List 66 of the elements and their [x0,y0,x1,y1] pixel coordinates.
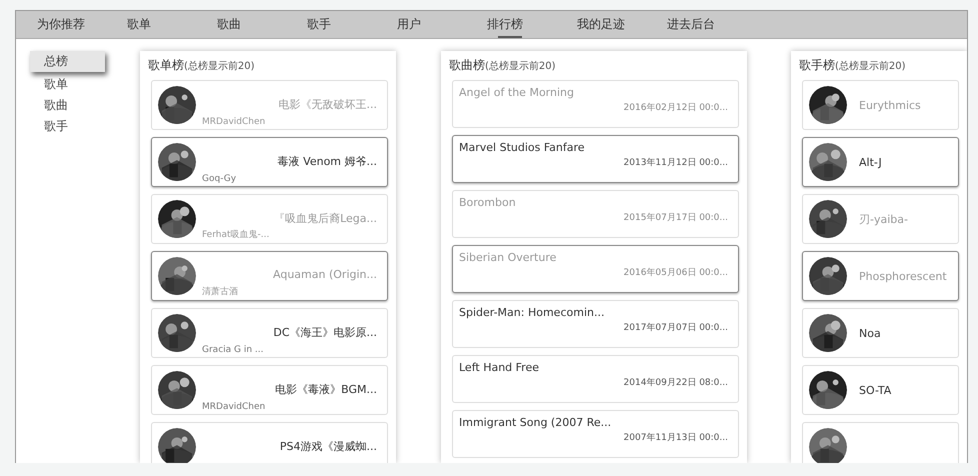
singer-name: Noa [859,326,881,340]
panel-subtitle: (总榜显示前20) [485,60,556,73]
song-card[interactable]: Left Hand Free 2014年09月22日 08:0... [452,355,739,403]
playlist-author: Ferhat吸血鬼-... [202,228,270,241]
song-title: Borombon [459,196,517,209]
playlist-title: 毒液 Venom 姆爷... [278,154,377,169]
playlist-author: Gracia G in ... [202,345,264,355]
nav-tab[interactable]: 为你推荐 [20,11,110,38]
singer-name: Eurythmics [859,98,921,112]
singer-card[interactable]: Noa [802,308,959,358]
panel-title: 歌手榜 [799,57,835,74]
song-card[interactable]: Immigrant Song (2007 Re... 2007年11月13日 00:0... [452,410,739,458]
song-date: 2014年09月22日 08:0... [624,376,728,389]
song-date: 2016年05月06日 00:0... [624,266,728,279]
singer-name: SO-TA [859,384,892,396]
sidebar-item[interactable]: 总榜 [30,51,105,72]
panel-subtitle: (总榜显示前20) [184,60,255,73]
singer-card[interactable]: SO-TA [802,365,959,415]
singer-card[interactable]: Alt-J [802,137,959,187]
playlist-title: DC《海王》电影原... [273,325,377,340]
panel-title: 歌曲榜 [449,57,485,74]
singer-name: Alt-J [859,156,882,168]
song-title: Spider-Man: Homecomin... [459,306,606,319]
song-title: Left Hand Free [459,361,540,374]
playlist-card[interactable]: 电影《毒液》BGM... MRDavidChen [151,365,388,415]
song-card[interactable]: Marvel Studios Fanfare 2013年11月12日 00:0... [452,135,739,183]
nav-tab[interactable]: 进去后台 [650,11,740,38]
song-card[interactable]: Angel of the Morning 2016年02月12日 00:0... [452,80,739,128]
sidebar-item[interactable]: 歌手 [30,116,105,137]
nav-tab[interactable]: 歌曲 [200,11,290,38]
sidebar-item[interactable]: 歌单 [30,74,105,95]
playlist-title: 电影《无敌破坏王... [278,97,377,112]
song-title: Immigrant Song (2007 Re... [459,416,612,429]
playlist-card[interactable]: DC《海王》电影原... Gracia G in ... [151,308,388,358]
song-date: 2015年07月17日 00:0... [624,212,728,224]
sidebar-item[interactable]: 歌曲 [30,95,105,116]
song-date: 2016年02月12日 00:0... [624,102,728,114]
singer-name: 刃-yaiba- [859,212,908,226]
song-card[interactable]: Borombon 2015年07月17日 00:0... [452,190,739,238]
song-date: 2007年11月13日 00:0... [624,432,728,444]
playlist-author: MRDavidChen [202,117,266,127]
playlist-author: 清萧古酒 [202,286,238,298]
song-title: Siberian Overture [459,251,558,264]
playlist-title: Aquaman (Origin... [273,268,377,281]
singer-card[interactable] [802,422,959,463]
playlist-card[interactable]: 毒液 Venom 姆爷... Goq-Gy [151,137,388,187]
nav-tab[interactable]: 用户 [380,11,470,38]
playlist-title: PS4游戏《漫威蜘... [280,439,377,454]
nav-tab[interactable]: 我的足迹 [560,11,650,38]
song-date: 2013年11月12日 00:0... [624,156,728,169]
singer-name: Phosphorescent [859,270,947,282]
nav-tab[interactable]: 歌手 [290,11,380,38]
panel-title: 歌单榜 [148,57,184,74]
playlist-card[interactable]: PS4游戏《漫威蜘... [151,422,388,463]
song-title: Angel of the Morning [459,86,575,99]
song-title: Marvel Studios Fanfare [459,141,586,154]
playlist-author: MRDavidChen [202,402,266,412]
nav-tab[interactable]: 歌单 [110,11,200,38]
song-card[interactable]: Spider-Man: Homecomin... 2017年07月07日 00:0... [452,300,739,348]
playlist-author: Goq-Gy [202,174,236,184]
playlist-title: 电影《毒液》BGM... [275,382,377,397]
nav-tab[interactable]: 排行榜 [470,11,560,38]
song-card[interactable]: Siberian Overture 2016年05月06日 00:0... [452,245,739,293]
song-date: 2017年07月07日 00:0... [624,322,728,334]
playlist-title: 『吸血鬼后裔Lega... [274,211,377,226]
panel-subtitle: (总榜显示前20) [835,60,906,73]
